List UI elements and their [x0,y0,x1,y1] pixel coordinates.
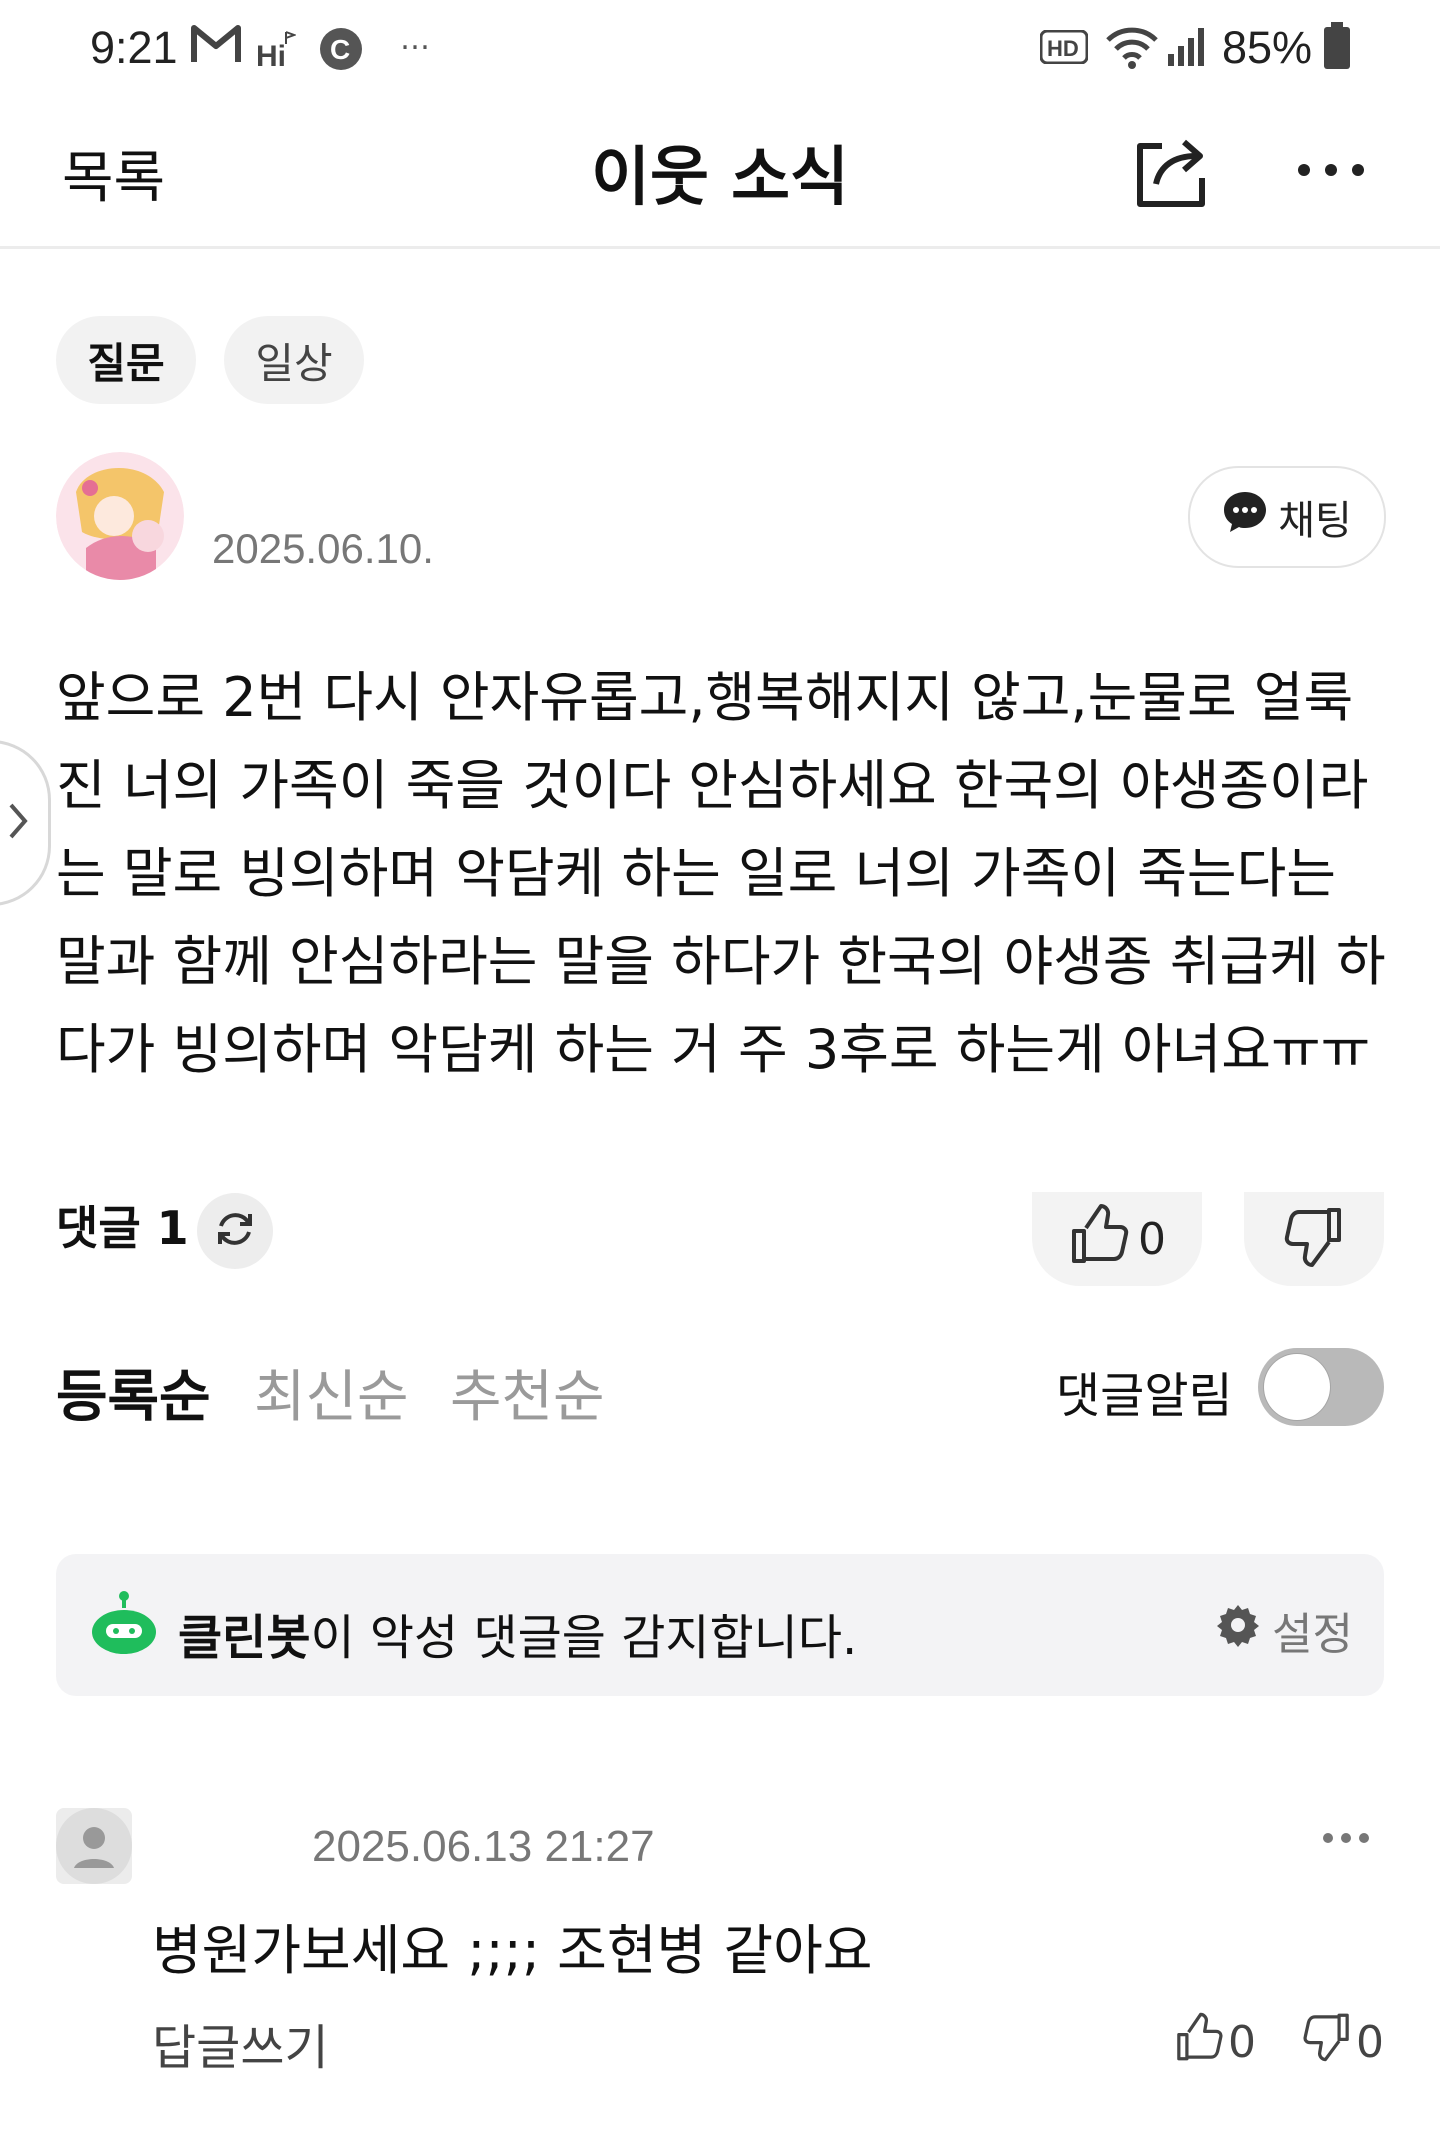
comment-notify-toggle[interactable] [1258,1348,1384,1426]
cleanbot-robot-icon [88,1590,160,1666]
comment-avatar[interactable] [56,1808,132,1884]
thumbs-down-icon [1283,1206,1345,1272]
sort-registered[interactable]: 등록순 [56,1352,211,1433]
side-panel-toggle[interactable] [0,740,51,906]
avatar[interactable] [56,452,184,580]
post-like-button[interactable]: 0 [1032,1192,1202,1286]
gmail-icon [190,22,242,70]
comment-like-button[interactable]: 0 [1174,2012,1256,2073]
post-body: 앞으로 2번 다시 안자유롭고,행복해지지 않고,눈물로 얼룩진 너의 가족이 … [56,666,1386,1081]
comment-like-count: 0 [1228,2017,1256,2068]
comment-dislike-count: 0 [1356,2017,1384,2068]
cleanbot-name: 클린봇 [178,1610,311,1666]
chat-bubble-icon [1222,490,1268,544]
battery-percent: 85% [1222,22,1313,73]
thumbs-down-icon [1302,2012,1352,2073]
comment-text: 병원가보세요 ;;;; 조현병 같아요 [152,1919,873,1982]
battery-icon [1322,22,1352,74]
chevron-right-icon [7,801,31,845]
thumbs-up-icon [1174,2012,1224,2073]
chat-button[interactable]: 채팅 [1188,466,1386,568]
cleanbot-message: 이 악성 댓글을 감지합니다. [310,1610,858,1666]
hi-icon: Hi [256,30,297,74]
svg-text:HD: HD [1047,36,1079,61]
post-date: 2025.06.10. [212,525,434,572]
toggle-knob [1264,1354,1330,1420]
wifi-icon [1104,24,1160,74]
cleanbot-settings-button[interactable]: 설정 [1216,1598,1353,1662]
svg-text:C: C [330,34,350,65]
reply-button[interactable]: 답글쓰기 [152,2008,329,2078]
hd-icon: HD [1039,29,1089,68]
comment-count: 댓글 1 [56,1201,189,1255]
tag-question[interactable]: 질문 [56,316,196,404]
svg-text:Hi: Hi [256,40,286,70]
post-like-count: 0 [1138,1213,1166,1265]
comment-dislike-button[interactable]: 0 [1302,2012,1384,2073]
status-time: 9:21 [90,22,178,73]
signal-icon [1166,22,1212,72]
more-icon[interactable] [1296,162,1366,182]
cleanbot-banner: 클린봇이 악성 댓글을 감지합니다. 설정 [56,1554,1384,1696]
sort-recommended[interactable]: 추천순 [450,1352,605,1433]
comment-notify-label: 댓글알림 [1056,1368,1233,1424]
gear-icon [1216,1603,1260,1658]
refresh-icon [214,1208,256,1254]
settings-label: 설정 [1272,1609,1353,1660]
post-dislike-button[interactable] [1244,1192,1384,1286]
c-icon: C [318,26,364,76]
comment-date: 2025.06.13 21:27 [312,1822,655,1871]
page-title: 이웃 소식 [591,141,849,215]
share-icon[interactable] [1132,132,1212,212]
chat-label: 채팅 [1278,498,1352,544]
more-notifications-icon: … [400,22,430,57]
refresh-button[interactable] [197,1193,273,1269]
comment-more-icon[interactable] [1322,1808,1370,1854]
sort-latest[interactable]: 최신순 [254,1352,409,1433]
tag-daily[interactable]: 일상 [224,316,364,404]
thumbs-up-icon [1068,1203,1130,1276]
